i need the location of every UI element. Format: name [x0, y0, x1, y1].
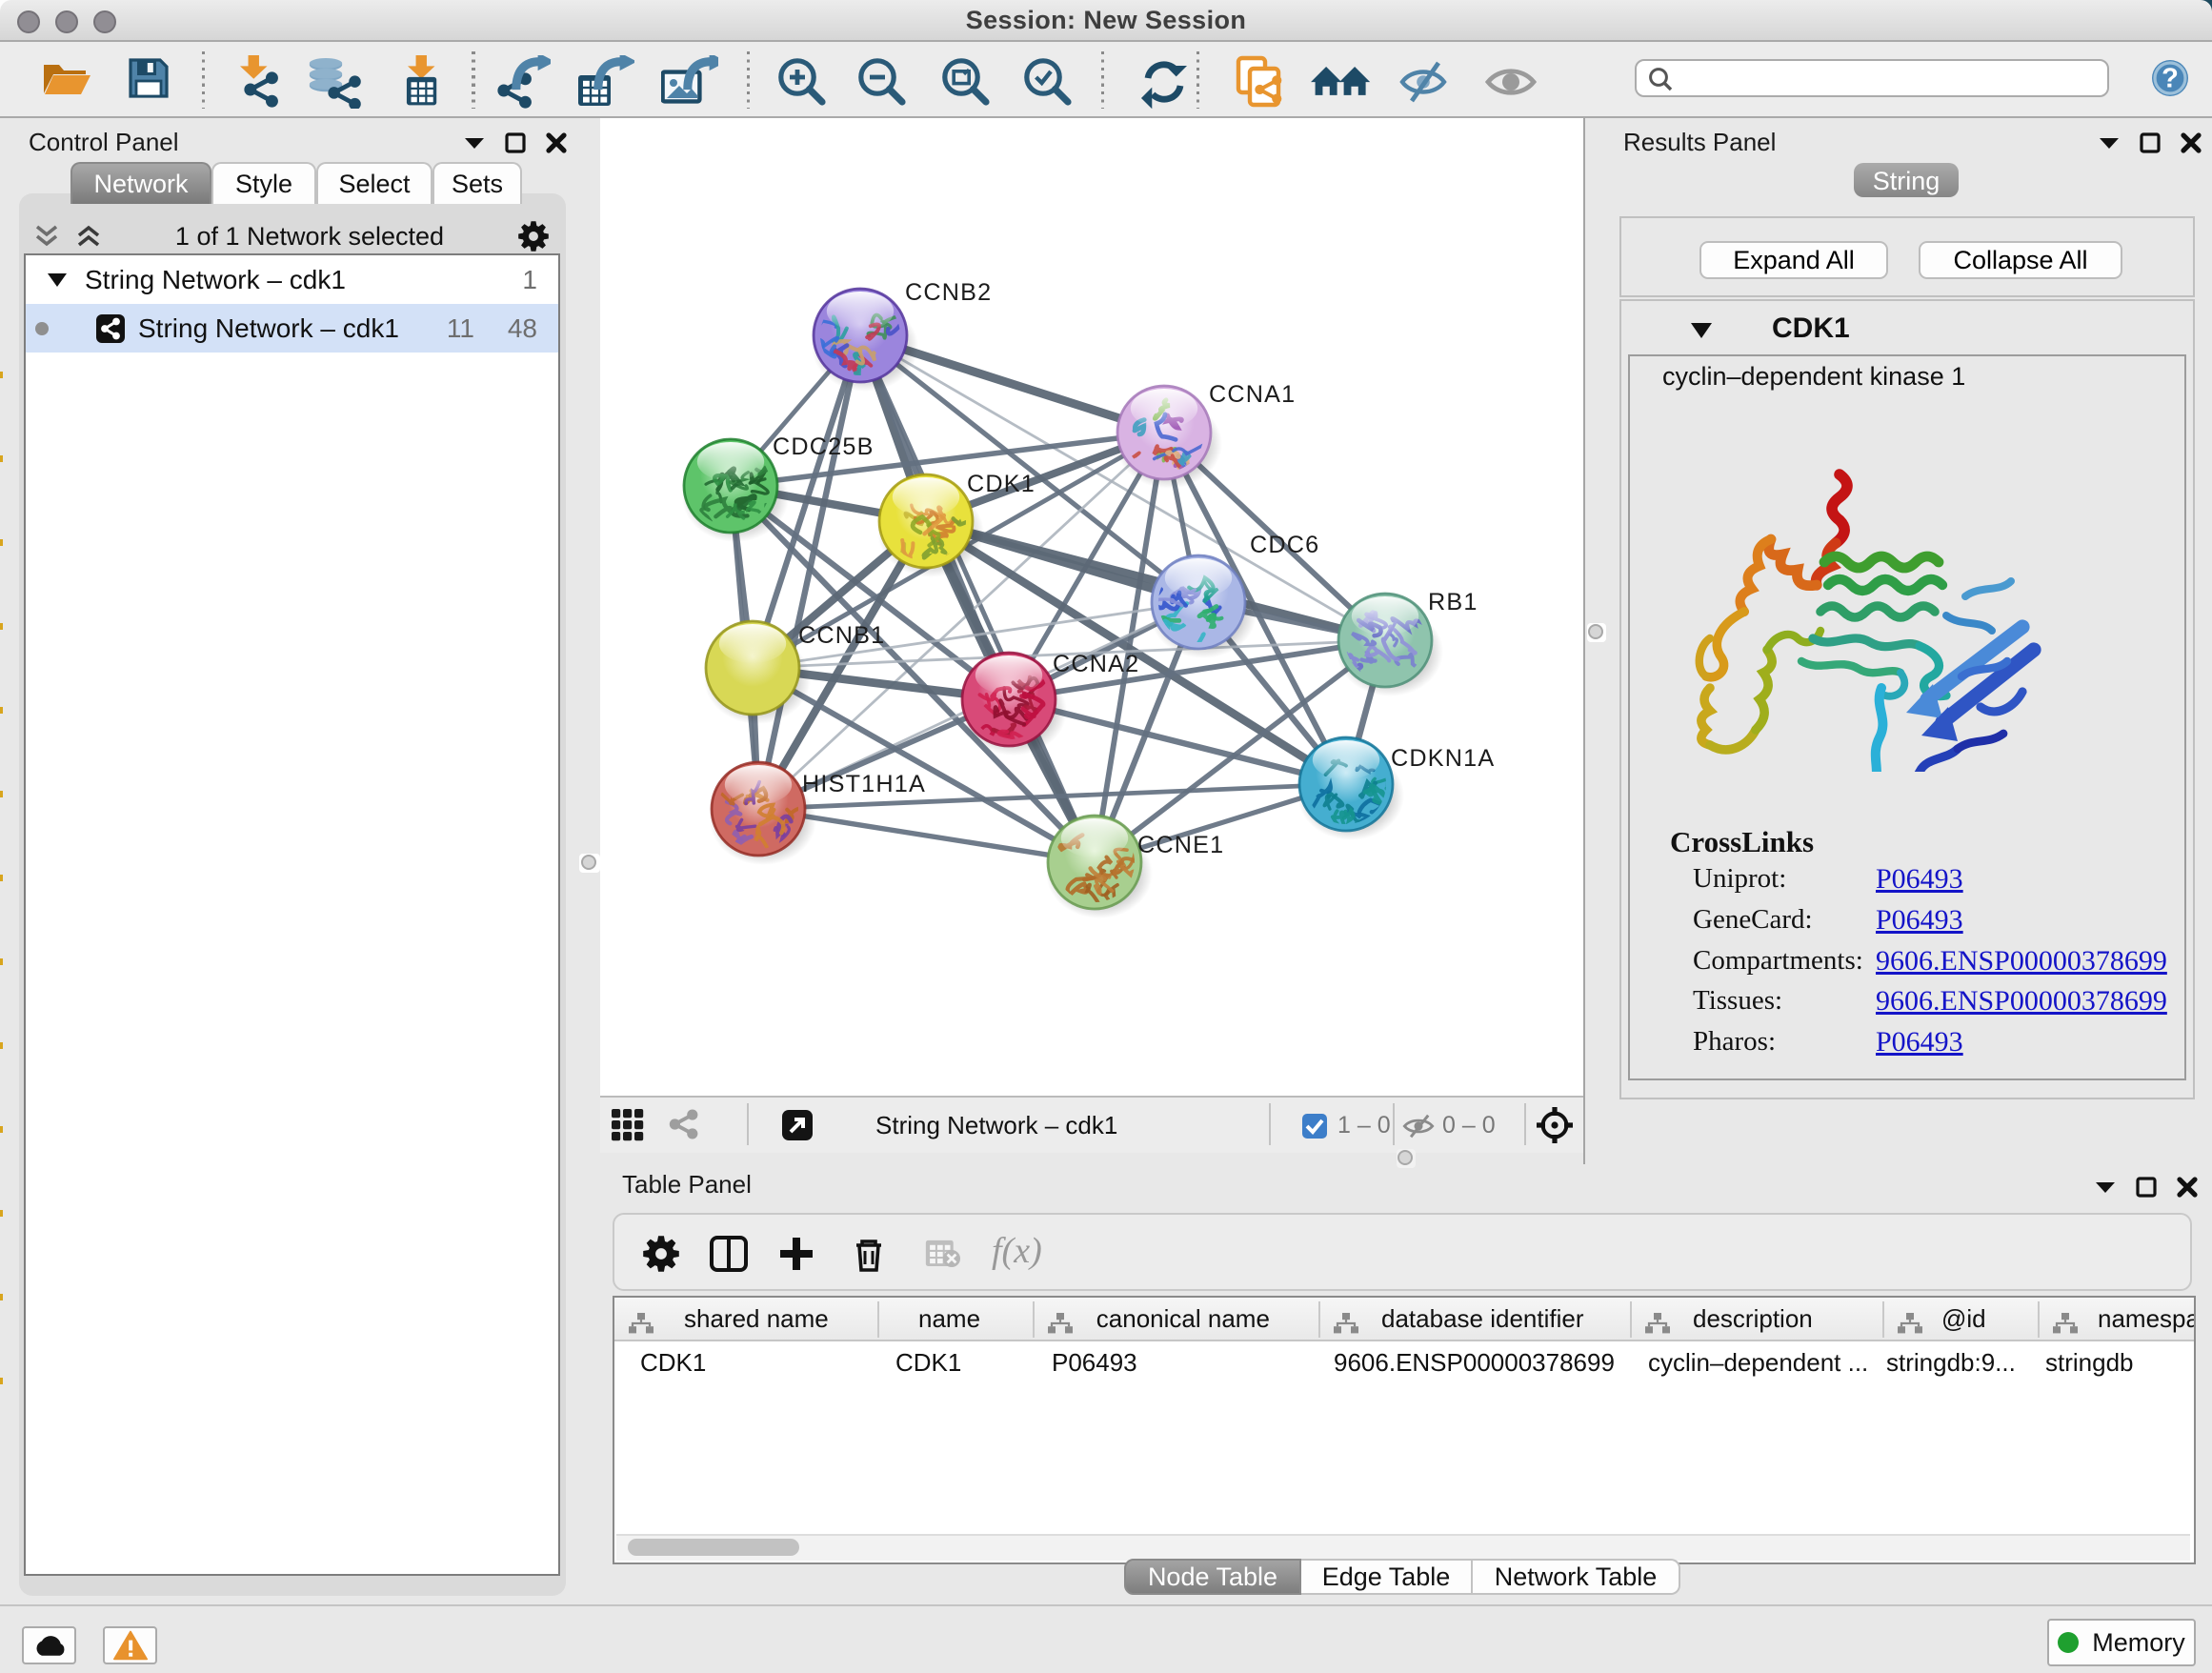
- svg-text:?: ?: [2162, 64, 2179, 94]
- svg-text:CDC25B: CDC25B: [773, 433, 875, 460]
- svg-text:CCNB2: CCNB2: [905, 279, 992, 306]
- svg-text:CDK1: CDK1: [967, 471, 1036, 497]
- svg-text:CCNE1: CCNE1: [1137, 832, 1224, 858]
- svg-text:CCNA2: CCNA2: [1053, 651, 1139, 677]
- svg-text:CCNB1: CCNB1: [798, 622, 885, 649]
- svg-text:CDKN1A: CDKN1A: [1391, 745, 1495, 772]
- svg-text:RB1: RB1: [1428, 589, 1478, 615]
- svg-text:CDC6: CDC6: [1250, 532, 1319, 558]
- svg-text:CCNA1: CCNA1: [1209, 381, 1296, 408]
- svg-text:HIST1H1A: HIST1H1A: [802, 771, 926, 797]
